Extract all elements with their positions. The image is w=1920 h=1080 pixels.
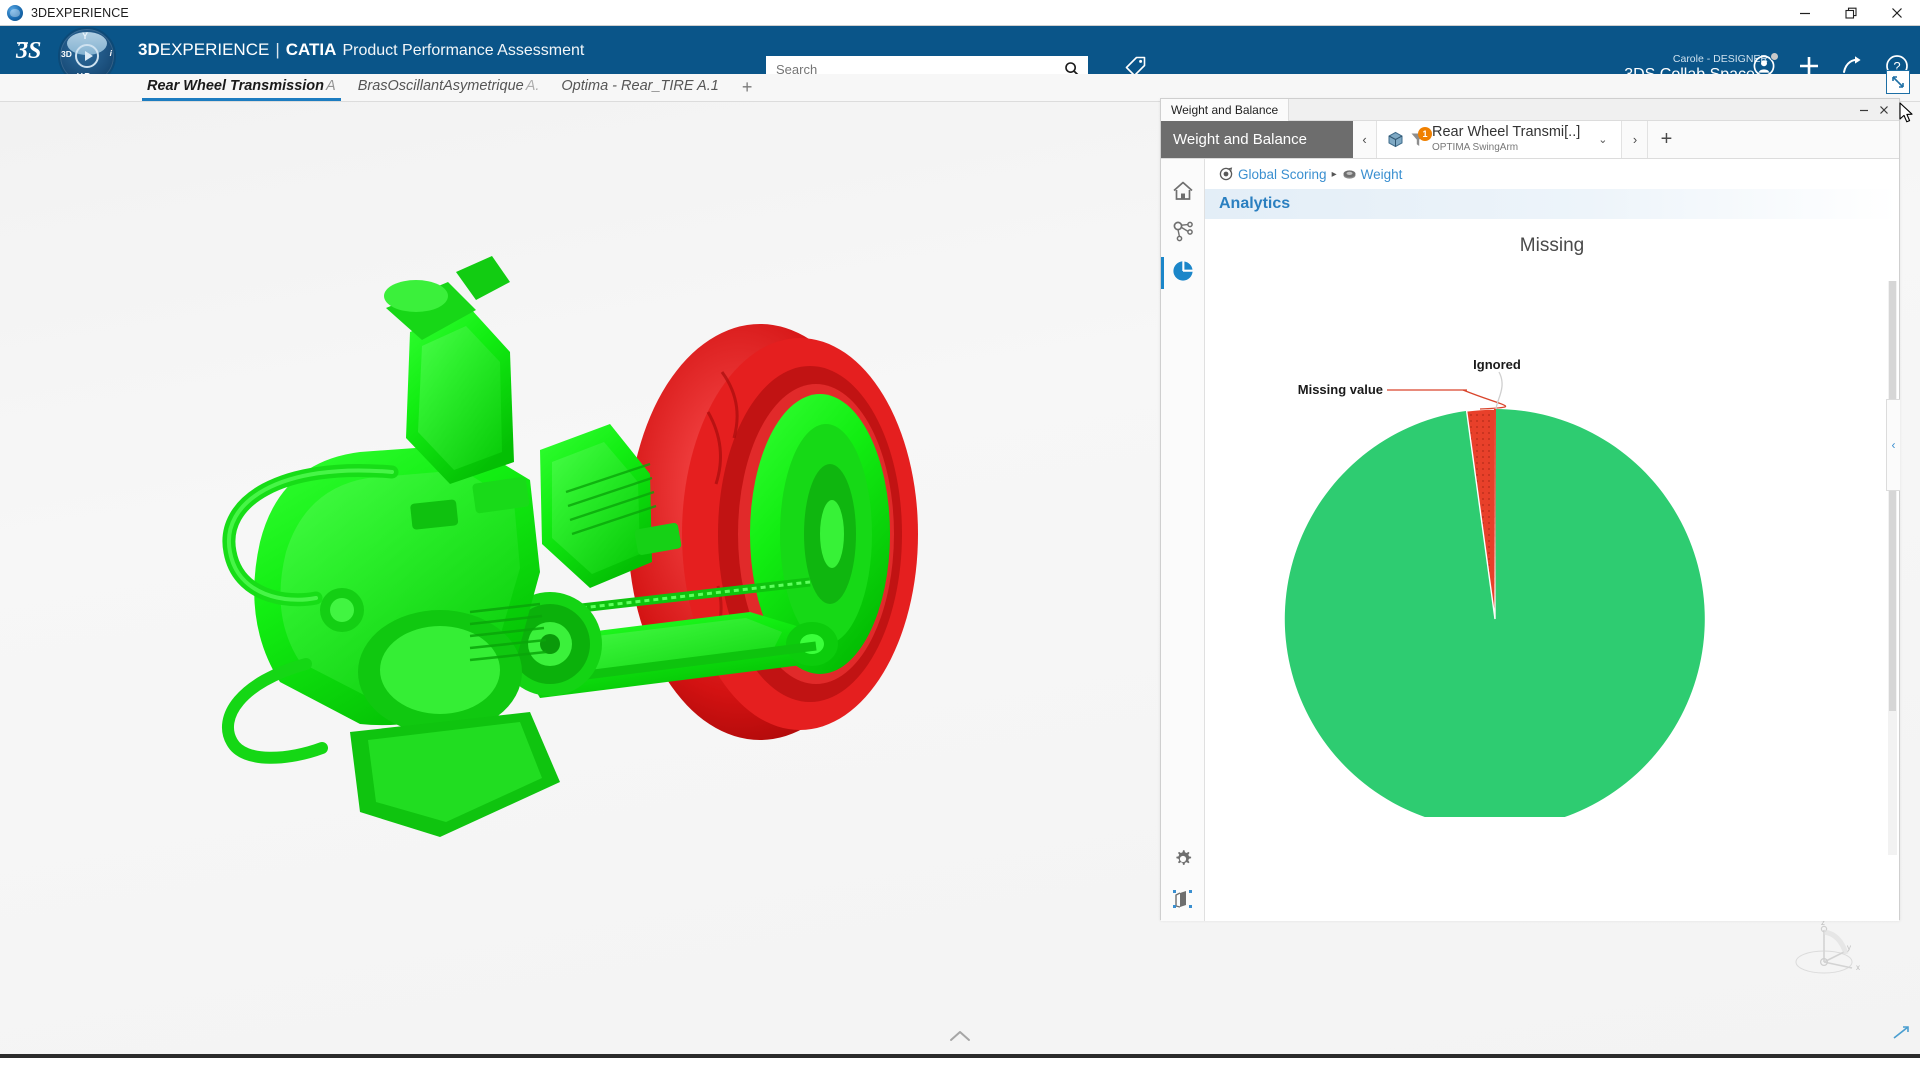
brand-3d: 3D bbox=[138, 40, 160, 59]
chart-title: Missing bbox=[1205, 219, 1899, 257]
panel-title-label: Weight and Balance bbox=[1171, 103, 1278, 117]
restore-down-icon[interactable] bbox=[1886, 70, 1910, 94]
application-window: 3DEXPERIENCE 3S bbox=[0, 0, 1920, 1080]
window-restore-button[interactable] bbox=[1828, 0, 1874, 26]
pie-label-missing-value: Missing value bbox=[1298, 382, 1383, 397]
measure-box-icon bbox=[1171, 887, 1195, 916]
pie-chart-icon bbox=[1171, 259, 1195, 288]
panel-prev-tab-button[interactable]: ‹ bbox=[1353, 121, 1377, 158]
object-subtitle-label: OPTIMA SwingArm bbox=[1432, 142, 1518, 153]
tab-rear-wheel-transmission[interactable]: Rear Wheel TransmissionA bbox=[136, 76, 347, 101]
tab-suffix: A bbox=[326, 78, 336, 94]
dassault-systemes-logo-icon[interactable]: 3S bbox=[12, 32, 52, 68]
panel-next-tab-button[interactable]: › bbox=[1622, 121, 1648, 158]
tab-optima-rear-tire[interactable]: Optima - Rear_TIRE A.1 bbox=[550, 76, 729, 101]
user-role-label: Carole - DESIGNER bbox=[1624, 53, 1768, 65]
node-graph-icon bbox=[1171, 219, 1195, 248]
pie-chart-svg[interactable]: Missing value Ignored Valued bbox=[1205, 257, 1895, 817]
weight-icon bbox=[1342, 167, 1356, 181]
tab-label: Optima - Rear_TIRE A.1 bbox=[561, 78, 718, 94]
app-title: 3DEXPERIENCE | CATIA Product Performance As… bbox=[138, 40, 584, 60]
breadcrumb-item-weight[interactable]: Weight bbox=[1361, 167, 1403, 182]
product-subtitle: Product Performance Assessment bbox=[342, 42, 584, 59]
sidebar-item-measure[interactable] bbox=[1161, 881, 1205, 921]
axis-label-x: x bbox=[1856, 963, 1860, 972]
breadcrumb-separator: ▸ bbox=[1332, 169, 1337, 180]
sidebar-item-home[interactable] bbox=[1161, 173, 1205, 213]
breadcrumb: Global Scoring ▸ Weight bbox=[1205, 159, 1899, 189]
axis-orientation-indicator: z y x bbox=[1790, 916, 1870, 986]
application-top-bar: 3S Y 3D i V.R 3DEXPERIENCE|CATIAProduct … bbox=[0, 26, 1920, 74]
panel-window-controls bbox=[1855, 101, 1899, 119]
brand-experience: EXPERIENCE bbox=[160, 40, 270, 59]
chevron-down-icon[interactable]: ⌄ bbox=[1598, 133, 1607, 146]
compass-label-3d: 3D bbox=[61, 49, 72, 59]
panel-close-button[interactable] bbox=[1875, 101, 1893, 119]
chart-area: Missing bbox=[1205, 219, 1899, 919]
tab-label: BrasOscillantAsymetrique bbox=[358, 78, 524, 94]
os-title-bar: 3DEXPERIENCE bbox=[0, 0, 1920, 26]
window-controls bbox=[1782, 0, 1920, 26]
gear-icon bbox=[1171, 847, 1195, 876]
object-name-label: Rear Wheel Transmi[..] bbox=[1432, 124, 1580, 140]
panel-add-tab-button[interactable]: + bbox=[1648, 121, 1684, 158]
tab-brasoscillantasymetrique[interactable]: BrasOscillantAsymetriqueA. bbox=[347, 76, 551, 101]
compass-label-i: i bbox=[110, 48, 112, 58]
rear-wheel-transmission-3d-model[interactable] bbox=[110, 212, 970, 852]
window-close-button[interactable] bbox=[1874, 0, 1920, 26]
sidebar-item-relations[interactable] bbox=[1161, 213, 1205, 253]
corner-resize-handle[interactable] bbox=[1892, 1025, 1910, 1046]
panel-main-content: Global Scoring ▸ Weight Analytics bbox=[1205, 159, 1899, 921]
panel-title-bar: Weight and Balance bbox=[1161, 99, 1899, 121]
target-icon bbox=[1219, 167, 1233, 181]
panel-body: Global Scoring ▸ Weight Analytics bbox=[1161, 159, 1899, 921]
panel-vertical-scrollbar[interactable] bbox=[1888, 281, 1897, 855]
tab-suffix: A. bbox=[526, 78, 540, 94]
axis-label-y: y bbox=[1847, 943, 1851, 952]
panel-side-rail bbox=[1161, 159, 1205, 921]
3dexperience-logo-icon bbox=[7, 5, 23, 21]
svg-text:3S: 3S bbox=[15, 38, 41, 64]
mouse-cursor bbox=[1899, 102, 1915, 124]
window-minimize-button[interactable] bbox=[1782, 0, 1828, 26]
panel-collapse-button[interactable]: ‹ bbox=[1886, 399, 1900, 491]
panel-header-filler bbox=[1684, 121, 1899, 158]
sidebar-item-settings[interactable] bbox=[1161, 841, 1205, 881]
home-icon bbox=[1171, 179, 1195, 208]
object-context-tab[interactable]: 1 Rear Wheel Transmi[..] OPTIMA SwingArm… bbox=[1377, 121, 1622, 158]
panel-title-tab[interactable]: Weight and Balance bbox=[1161, 99, 1289, 121]
filter-count-badge: 1 bbox=[1418, 127, 1432, 141]
brand-separator: | bbox=[275, 40, 279, 59]
breadcrumb-item-global-scoring[interactable]: Global Scoring bbox=[1238, 167, 1327, 182]
tab-label: Rear Wheel Transmission bbox=[147, 78, 324, 94]
analytics-section-title: Analytics bbox=[1219, 195, 1290, 213]
weight-and-balance-panel: Weight and Balance Weight and Balance ‹ bbox=[1160, 98, 1900, 920]
pie-label-ignored: Ignored bbox=[1473, 357, 1521, 372]
add-tab-button[interactable]: + bbox=[730, 78, 765, 101]
scrollbar-thumb[interactable] bbox=[1889, 281, 1896, 711]
analytics-section-header: Analytics bbox=[1205, 189, 1899, 219]
missing-pie-chart[interactable]: Missing value Ignored Valued bbox=[1205, 257, 1899, 817]
filter-funnel-icon[interactable]: 1 bbox=[1410, 131, 1426, 148]
sidebar-item-analytics[interactable] bbox=[1161, 253, 1205, 293]
panel-minimize-button[interactable] bbox=[1855, 101, 1873, 119]
object-text-block: Rear Wheel Transmi[..] OPTIMA SwingArm bbox=[1432, 125, 1580, 154]
compass-label-y: Y bbox=[82, 31, 88, 41]
panel-header-title: Weight and Balance bbox=[1161, 121, 1353, 158]
product-name: CATIA bbox=[286, 40, 337, 59]
product-cube-icon bbox=[1387, 131, 1404, 148]
panel-header: Weight and Balance ‹ 1 Re bbox=[1161, 121, 1899, 159]
user-status-badge bbox=[1770, 52, 1779, 61]
expand-bottom-toolbar-button[interactable] bbox=[948, 1029, 972, 1048]
bottom-status-bar bbox=[0, 1054, 1920, 1058]
os-window-title: 3DEXPERIENCE bbox=[31, 6, 129, 20]
